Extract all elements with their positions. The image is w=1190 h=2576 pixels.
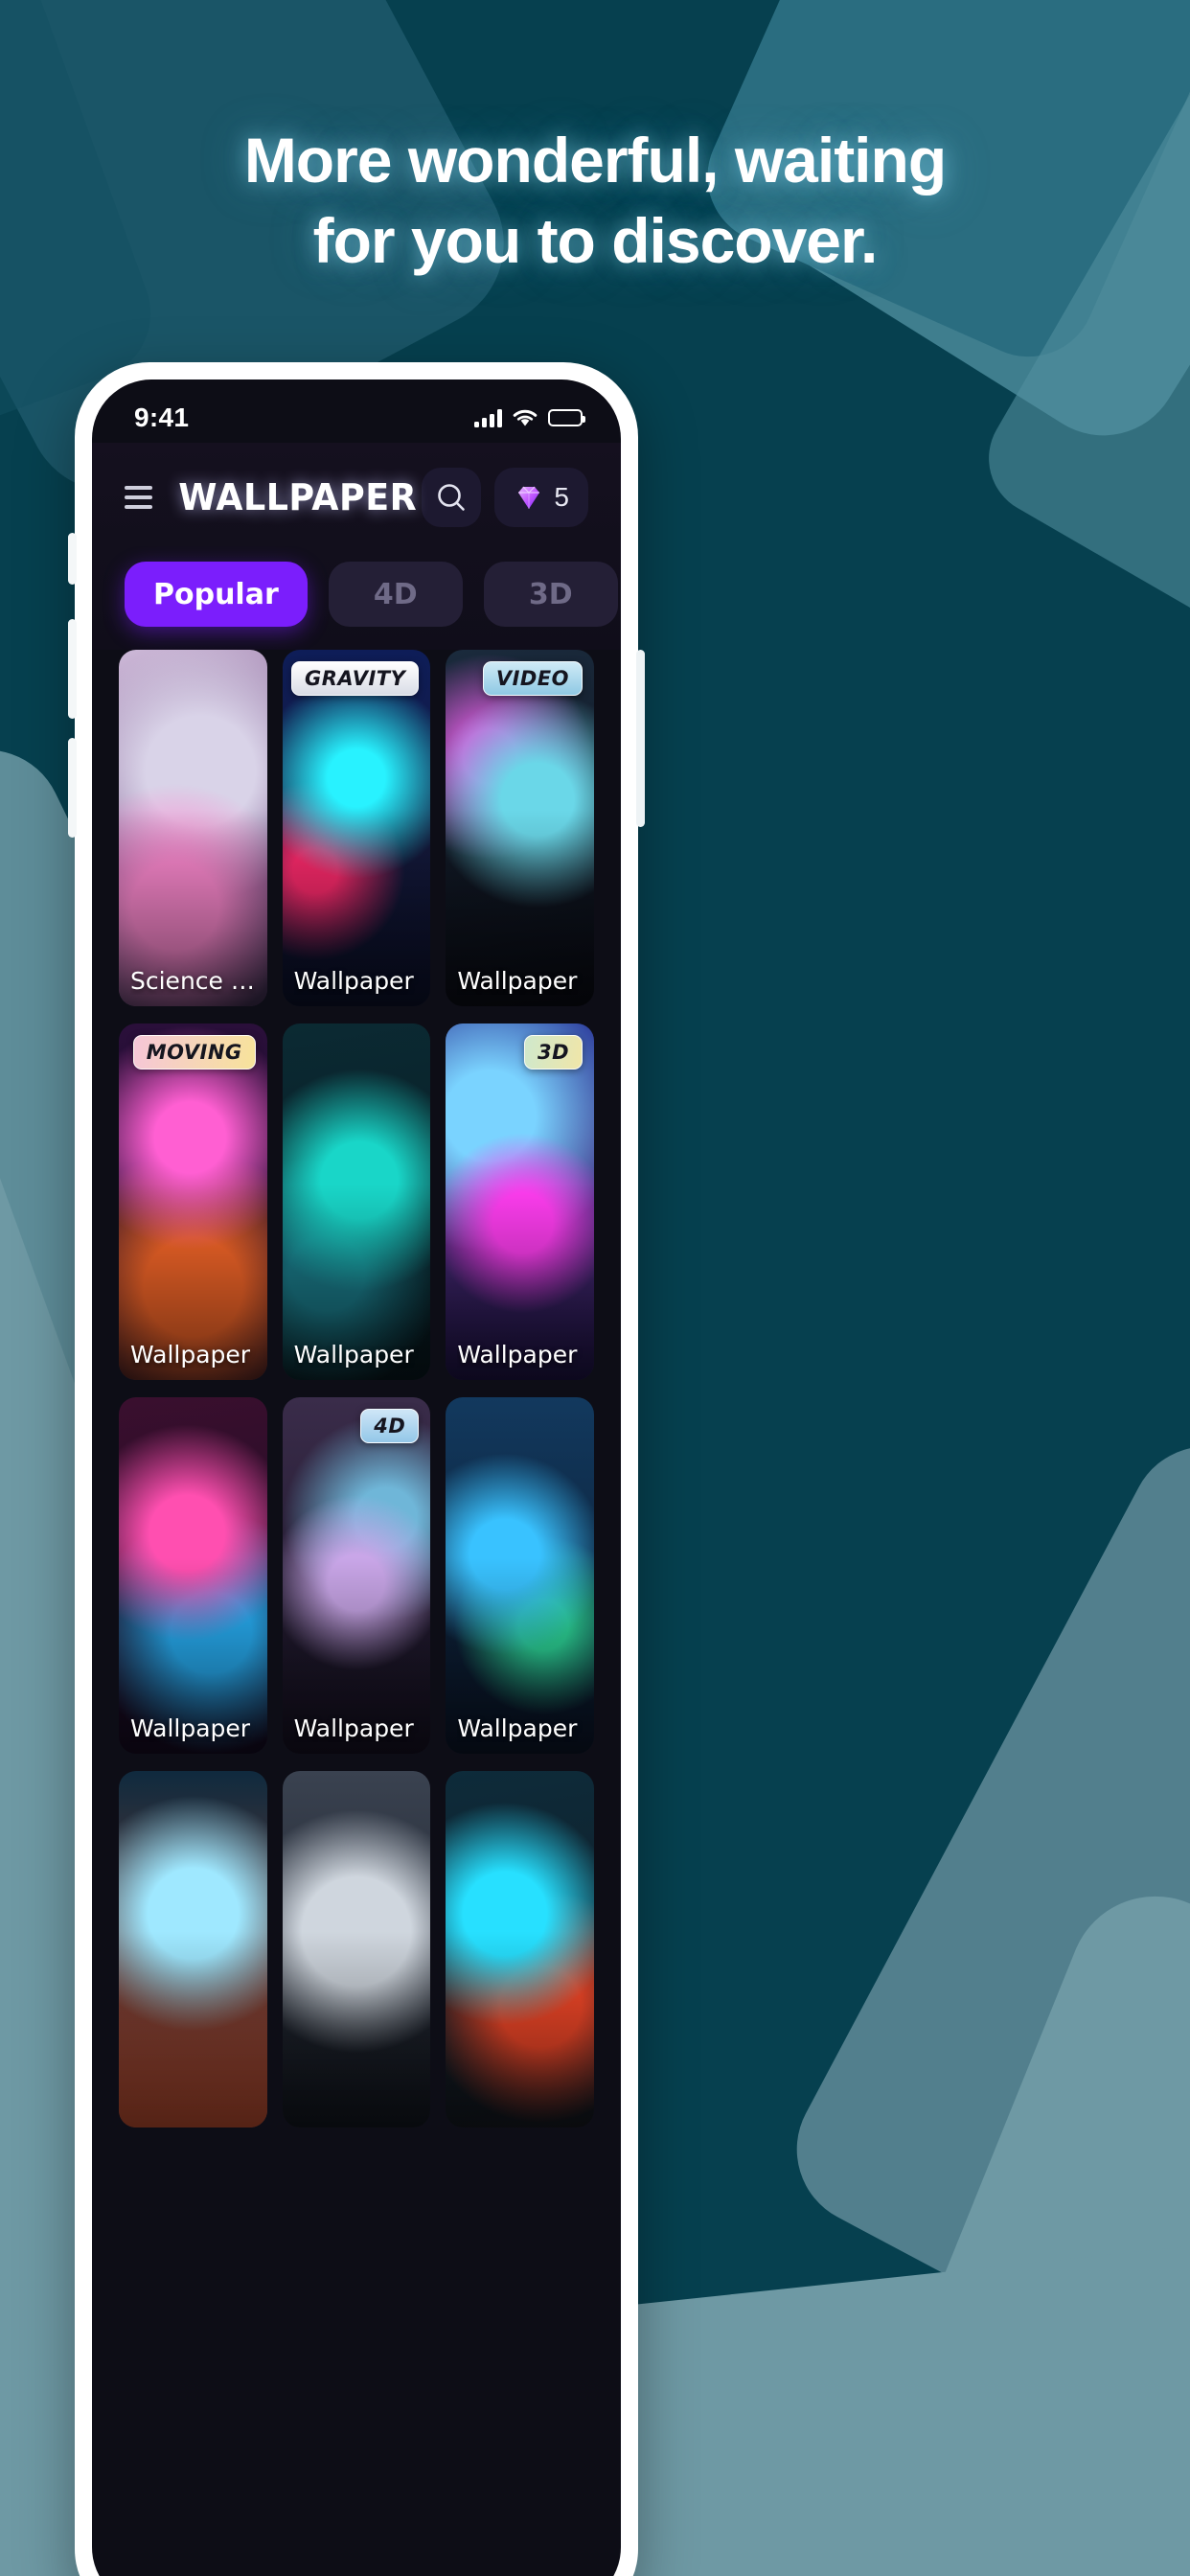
search-icon	[438, 484, 466, 511]
wallpaper-title: Wallpaper	[293, 967, 414, 995]
status-bar: 9:41	[92, 380, 621, 443]
wallpaper-thumbnail	[119, 1771, 267, 2128]
wallpaper-badge: 4D	[360, 1409, 420, 1443]
tab-4d-label: 4D	[373, 577, 418, 611]
wallpaper-title: Science fiction ...	[130, 967, 256, 995]
headline-line-2: for you to discover.	[312, 205, 879, 276]
tab-3d[interactable]: 3D	[483, 562, 618, 627]
wallpaper-thumbnail	[282, 1024, 431, 1380]
wallpaper-card[interactable]: Wallpaper	[119, 1397, 267, 1754]
wallpaper-thumbnail	[119, 650, 267, 1006]
wallpaper-title: Wallpaper	[130, 1714, 251, 1742]
gem-count: 5	[554, 482, 569, 512]
wallpaper-row: Science fiction ... GRAVITY Wallpaper VI…	[119, 650, 595, 1006]
wallpaper-thumbnail	[119, 1024, 267, 1380]
phone-mockup: 9:41 WALLPAPER 5 Popular 4D 3D Science f…	[68, 362, 645, 2576]
wallpaper-title: Wallpaper	[457, 967, 578, 995]
hamburger-menu-icon[interactable]	[125, 486, 153, 509]
wallpaper-badge: GRAVITY	[291, 661, 420, 696]
wallpaper-title: Wallpaper	[293, 1714, 414, 1742]
wallpaper-row	[119, 1771, 595, 2128]
search-button[interactable]	[422, 468, 482, 527]
phone-screen: 9:41 WALLPAPER 5 Popular 4D 3D Science f…	[92, 380, 621, 2576]
wallpaper-title: Wallpaper	[130, 1341, 251, 1368]
tab-popular[interactable]: Popular	[125, 562, 308, 627]
headline-line-1: More wonderful, waiting	[243, 125, 947, 196]
wallpaper-row: MOVING Wallpaper Wallpaper 3D Wallpaper	[119, 1024, 595, 1380]
wifi-icon	[513, 409, 538, 426]
status-bar-time: 9:41	[134, 402, 190, 432]
status-bar-icons	[474, 408, 585, 427]
app-header: WALLPAPER 5	[92, 443, 621, 546]
wallpaper-card[interactable]	[446, 1771, 595, 2128]
wallpaper-card[interactable]	[119, 1771, 267, 2128]
wallpaper-card[interactable]: Science fiction ...	[119, 650, 267, 1006]
wallpaper-card[interactable]: VIDEO Wallpaper	[446, 650, 595, 1006]
wallpaper-title: Wallpaper	[457, 1341, 578, 1368]
wallpaper-card[interactable]: Wallpaper	[282, 1024, 431, 1380]
phone-silent-switch[interactable]	[68, 533, 77, 585]
wallpaper-thumbnail	[446, 650, 595, 1006]
wallpaper-row: Wallpaper 4D Wallpaper Wallpaper	[119, 1397, 595, 1754]
wallpaper-thumbnail	[446, 1771, 595, 2128]
wallpaper-thumbnail	[282, 1397, 431, 1754]
wallpaper-thumbnail	[282, 1771, 431, 2128]
wallpaper-badge: 3D	[523, 1035, 584, 1070]
app-header-actions: 5	[422, 468, 588, 527]
tab-popular-label: Popular	[153, 577, 279, 611]
wallpaper-card[interactable]: Wallpaper	[446, 1397, 595, 1754]
wallpaper-title: Wallpaper	[293, 1341, 414, 1368]
battery-icon	[548, 409, 585, 426]
wallpaper-thumbnail	[119, 1397, 267, 1754]
diamond-gem-icon	[518, 486, 540, 509]
wallpaper-badge: VIDEO	[482, 661, 584, 696]
phone-power-button[interactable]	[636, 650, 645, 827]
tab-4d[interactable]: 4D	[328, 562, 463, 627]
wallpaper-thumbnail	[282, 650, 431, 1006]
wallpaper-badge: MOVING	[132, 1035, 256, 1070]
promo-headline: More wonderful, waiting for you to disco…	[0, 128, 1190, 272]
wallpaper-title: Wallpaper	[457, 1714, 578, 1742]
wallpaper-card[interactable]	[282, 1771, 431, 2128]
wallpaper-card[interactable]: 3D Wallpaper	[446, 1024, 595, 1380]
wallpaper-card[interactable]: MOVING Wallpaper	[119, 1024, 267, 1380]
tab-3d-label: 3D	[528, 577, 573, 611]
wallpaper-thumbnail	[446, 1024, 595, 1380]
wallpaper-card[interactable]: GRAVITY Wallpaper	[282, 650, 431, 1006]
wallpaper-grid: Science fiction ... GRAVITY Wallpaper VI…	[92, 650, 621, 2128]
wallpaper-card[interactable]: 4D Wallpaper	[282, 1397, 431, 1754]
wallpaper-thumbnail	[446, 1397, 595, 1754]
phone-volume-up-button[interactable]	[68, 619, 77, 719]
app-title: WALLPAPER	[178, 476, 418, 518]
category-tabs[interactable]: Popular 4D 3D Dynami	[92, 546, 621, 650]
phone-volume-down-button[interactable]	[68, 738, 77, 838]
gem-balance-button[interactable]: 5	[494, 468, 588, 527]
signal-bars-icon	[474, 408, 502, 427]
